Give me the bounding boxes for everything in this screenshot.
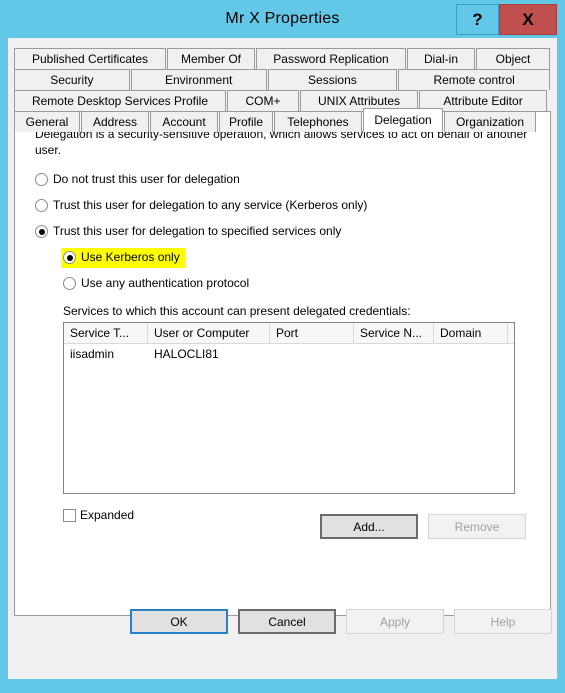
table-row[interactable]: iisadmin HALOCLI81 bbox=[64, 344, 514, 364]
tab-general[interactable]: General bbox=[14, 111, 80, 132]
radio-trust-any-service[interactable]: Trust this user for delegation to any se… bbox=[35, 198, 367, 213]
radio-button-icon bbox=[35, 173, 48, 186]
tab-profile[interactable]: Profile bbox=[219, 111, 273, 132]
checkbox-icon bbox=[63, 508, 76, 522]
close-icon[interactable]: X bbox=[499, 4, 557, 35]
tab-address[interactable]: Address bbox=[81, 111, 149, 132]
delegation-tab-page: Delegation is a security-sensitive opera… bbox=[14, 111, 551, 616]
column-header-service-name[interactable]: Service N... bbox=[354, 323, 434, 343]
radio-label: Use any authentication protocol bbox=[81, 276, 250, 290]
cancel-button[interactable]: Cancel bbox=[238, 609, 336, 634]
cell-port bbox=[270, 344, 354, 364]
tab-delegation[interactable]: Delegation bbox=[363, 108, 443, 132]
tab-remote-control[interactable]: Remote control bbox=[398, 69, 550, 90]
tab-row-1: Published Certificates Member Of Passwor… bbox=[14, 48, 551, 69]
radio-button-icon bbox=[35, 199, 48, 212]
apply-button: Apply bbox=[346, 609, 444, 634]
column-header-port[interactable]: Port bbox=[270, 323, 354, 343]
radio-label: Trust this user for delegation to specif… bbox=[53, 224, 342, 238]
tab-row-2: Security Environment Sessions Remote con… bbox=[14, 69, 551, 90]
radio-label: Use Kerberos only bbox=[81, 250, 180, 264]
radio-use-any-authentication-protocol[interactable]: Use any authentication protocol bbox=[63, 276, 249, 291]
radio-do-not-trust[interactable]: Do not trust this user for delegation bbox=[35, 172, 240, 187]
radio-button-icon bbox=[35, 225, 48, 238]
tab-organization[interactable]: Organization bbox=[444, 111, 536, 132]
radio-trust-specified-services[interactable]: Trust this user for delegation to specif… bbox=[35, 224, 341, 239]
tab-password-replication[interactable]: Password Replication bbox=[256, 48, 406, 69]
radio-button-icon bbox=[63, 251, 76, 264]
tab-object[interactable]: Object bbox=[476, 48, 550, 69]
column-header-domain[interactable]: Domain bbox=[434, 323, 508, 343]
radio-use-kerberos-only[interactable]: Use Kerberos only bbox=[61, 248, 186, 268]
radio-label: Do not trust this user for delegation bbox=[53, 172, 240, 186]
tab-dial-in[interactable]: Dial-in bbox=[407, 48, 475, 69]
tab-account[interactable]: Account bbox=[150, 111, 218, 132]
title-bar: Mr X Properties ? X bbox=[0, 0, 565, 40]
cell-service-name bbox=[354, 344, 434, 364]
services-list-view[interactable]: Service T... User or Computer Port Servi… bbox=[63, 322, 515, 494]
dialog-body: Published Certificates Member Of Passwor… bbox=[8, 38, 557, 679]
tab-row-4: General Address Account Profile Telephon… bbox=[14, 108, 551, 132]
remove-button: Remove bbox=[428, 514, 526, 539]
window-controls: ? X bbox=[456, 4, 557, 35]
tab-member-of[interactable]: Member Of bbox=[167, 48, 255, 69]
radio-button-icon bbox=[63, 277, 76, 290]
tab-telephones[interactable]: Telephones bbox=[274, 111, 362, 132]
tab-strip: Published Certificates Member Of Passwor… bbox=[14, 48, 551, 132]
tab-row-3: Remote Desktop Services Profile COM+ UNI… bbox=[14, 90, 551, 111]
expanded-checkbox-label: Expanded bbox=[80, 508, 135, 522]
help-icon[interactable]: ? bbox=[456, 4, 499, 35]
add-button[interactable]: Add... bbox=[320, 514, 418, 539]
tab-published-certificates[interactable]: Published Certificates bbox=[14, 48, 166, 69]
column-header-user-or-computer[interactable]: User or Computer bbox=[148, 323, 270, 343]
tab-environment[interactable]: Environment bbox=[130, 69, 267, 90]
tab-com-plus[interactable]: COM+ bbox=[227, 90, 299, 111]
properties-window: Mr X Properties ? X Published Certificat… bbox=[0, 0, 565, 693]
ok-button[interactable]: OK bbox=[130, 609, 228, 634]
cell-user-or-computer: HALOCLI81 bbox=[154, 347, 219, 361]
column-header-service-type[interactable]: Service T... bbox=[64, 323, 148, 343]
tab-security[interactable]: Security bbox=[14, 69, 130, 90]
help-button: Help bbox=[454, 609, 552, 634]
cell-service-type: iisadmin bbox=[70, 347, 115, 361]
tab-sessions[interactable]: Sessions bbox=[267, 69, 398, 90]
radio-label: Trust this user for delegation to any se… bbox=[53, 198, 368, 212]
expanded-checkbox[interactable]: Expanded bbox=[63, 508, 134, 522]
tab-remote-desktop-services-profile[interactable]: Remote Desktop Services Profile bbox=[14, 90, 226, 111]
cell-domain bbox=[434, 344, 508, 364]
list-header-row: Service T... User or Computer Port Servi… bbox=[64, 323, 514, 344]
services-list-label: Services to which this account can prese… bbox=[63, 304, 411, 318]
